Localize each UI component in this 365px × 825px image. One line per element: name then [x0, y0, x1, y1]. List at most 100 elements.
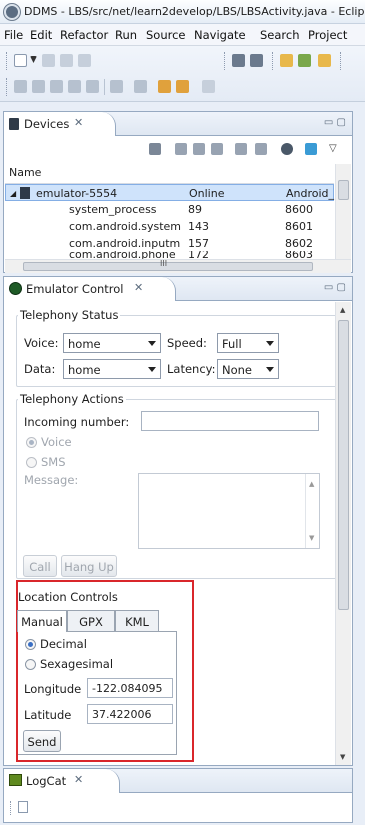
menu-bar: File Edit Refactor Run Source Navigate S… — [0, 24, 365, 46]
devices-vertical-scrollbar[interactable] — [335, 164, 351, 259]
chevron-down-icon — [148, 341, 156, 346]
data-label: Data: — [24, 362, 56, 376]
mark-icon[interactable] — [50, 80, 63, 93]
menu-refactor[interactable]: Refactor — [60, 28, 108, 42]
stop-process-icon[interactable] — [281, 143, 293, 155]
minimize-maximize-icon[interactable]: ▭ ▢ — [324, 117, 346, 128]
voice-radio[interactable] — [26, 437, 37, 448]
menu-file[interactable]: File — [4, 28, 23, 42]
menu-project[interactable]: Project — [308, 28, 347, 42]
toolbar-grip[interactable] — [224, 52, 227, 70]
column-name[interactable]: Name — [9, 166, 41, 179]
tab-manual[interactable]: Manual — [17, 610, 67, 632]
new-file-icon[interactable] — [18, 801, 28, 813]
menu-navigate[interactable]: Navigate — [194, 28, 246, 42]
open-type-icon[interactable] — [318, 54, 331, 67]
process-port: 8600 — [285, 203, 313, 216]
menu-run[interactable]: Run — [115, 28, 137, 42]
table-row[interactable]: system_process 89 8600 — [5, 201, 334, 218]
voice-label: Voice: — [24, 336, 59, 350]
scroll-down-icon[interactable]: ▼ — [309, 534, 314, 542]
minimize-maximize-icon[interactable]: ▭ ▢ — [324, 282, 346, 293]
voice-select[interactable]: home — [63, 333, 161, 353]
expand-icon[interactable]: ◢ — [10, 189, 16, 198]
devices-horizontal-scrollbar[interactable]: III — [5, 259, 351, 273]
update-heap-icon[interactable] — [175, 143, 187, 155]
tab-manual-label: Manual — [21, 615, 63, 629]
tab-emulator-control[interactable]: Emulator Control ✕ — [4, 277, 176, 301]
save-all-icon[interactable] — [60, 54, 73, 67]
new-android-project-icon[interactable] — [280, 54, 293, 67]
latency-select[interactable]: None — [217, 359, 279, 379]
toolbar-separator — [104, 79, 105, 95]
outline-icon[interactable] — [68, 80, 81, 93]
voice-select-value: home — [68, 337, 101, 351]
table-row[interactable]: com.android.system 143 8601 — [5, 218, 334, 235]
sms-radio-label: SMS — [41, 455, 66, 469]
menu-edit[interactable]: Edit — [30, 28, 52, 42]
incoming-number-input[interactable] — [141, 411, 319, 431]
scroll-thumb[interactable] — [338, 180, 349, 200]
table-row[interactable]: com.android.inputm 157 8602 — [5, 235, 334, 252]
toolbar-grip[interactable] — [10, 801, 13, 815]
forward-icon[interactable] — [202, 80, 215, 93]
scroll-down-icon[interactable]: ▼ — [340, 753, 345, 761]
hang-up-button[interactable]: Hang Up — [61, 555, 117, 577]
close-icon[interactable]: ✕ — [74, 116, 83, 129]
message-scrollbar[interactable]: ▲ ▼ — [305, 474, 319, 548]
new-file-icon[interactable] — [14, 54, 27, 67]
table-row[interactable]: ◢ emulator-5554 Online Android_... — [5, 184, 338, 201]
emulator-tabstrip: Emulator Control ✕ ▭ ▢ — [4, 277, 352, 301]
cause-gc-icon[interactable] — [211, 143, 223, 155]
tab-emulator-control-label: Emulator Control — [26, 282, 124, 296]
avd-manager-icon[interactable] — [250, 54, 263, 67]
new-java-class-icon[interactable] — [298, 54, 311, 67]
chevron-down-icon — [266, 341, 274, 346]
edit-icon[interactable] — [32, 80, 45, 93]
message-textarea[interactable]: ▲ ▼ — [138, 473, 320, 549]
back-icon[interactable] — [176, 80, 189, 93]
paragraph-icon[interactable] — [86, 80, 99, 93]
dropdown-arrow-icon[interactable] — [30, 56, 37, 63]
previous-annotation-icon[interactable] — [134, 80, 147, 93]
process-name: com.android.inputm — [69, 237, 181, 250]
scroll-up-icon[interactable]: ▲ — [340, 306, 345, 314]
sms-radio[interactable] — [26, 457, 37, 468]
view-menu-icon[interactable]: ▽ — [329, 143, 337, 154]
menu-search[interactable]: Search — [260, 28, 300, 42]
process-pid: 143 — [188, 220, 209, 233]
tab-logcat[interactable]: LogCat ✕ — [4, 769, 120, 793]
save-icon[interactable] — [42, 54, 55, 67]
message-label: Message: — [24, 473, 79, 487]
scroll-thumb[interactable] — [23, 262, 313, 271]
emulator-icon — [20, 187, 30, 199]
debug-process-icon[interactable] — [149, 143, 161, 155]
tab-logcat-label: LogCat — [26, 774, 67, 788]
toolbar-grip[interactable] — [340, 52, 343, 70]
menu-source[interactable]: Source — [146, 28, 186, 42]
android-sdk-icon[interactable] — [232, 54, 245, 67]
table-row[interactable]: com.android.phone 172 8603 — [5, 251, 334, 259]
toolbar-grip[interactable] — [6, 78, 9, 96]
process-name: com.android.system — [69, 220, 181, 233]
close-icon[interactable]: ✕ — [74, 773, 83, 786]
pin-icon[interactable] — [14, 80, 27, 93]
speed-select[interactable]: Full — [217, 333, 279, 353]
next-annotation-icon[interactable] — [110, 80, 123, 93]
toolbar-grip[interactable] — [6, 52, 9, 70]
emulator-vertical-scrollbar[interactable]: ▲ ▼ — [335, 302, 351, 765]
close-icon[interactable]: ✕ — [134, 281, 143, 294]
logcat-panel: LogCat ✕ — [3, 768, 353, 823]
scroll-up-icon[interactable]: ▲ — [309, 480, 314, 488]
scroll-thumb[interactable] — [338, 320, 349, 610]
update-threads-icon[interactable] — [235, 143, 247, 155]
data-select[interactable]: home — [63, 359, 161, 379]
toolbar-grip[interactable] — [272, 52, 275, 70]
dump-hprof-icon[interactable] — [193, 143, 205, 155]
print-icon[interactable] — [78, 54, 91, 67]
call-button[interactable]: Call — [23, 555, 57, 577]
tab-devices[interactable]: Devices ✕ — [4, 112, 116, 136]
screen-capture-icon[interactable] — [305, 143, 317, 155]
last-edit-icon[interactable] — [158, 80, 171, 93]
method-profiling-icon[interactable] — [255, 143, 267, 155]
